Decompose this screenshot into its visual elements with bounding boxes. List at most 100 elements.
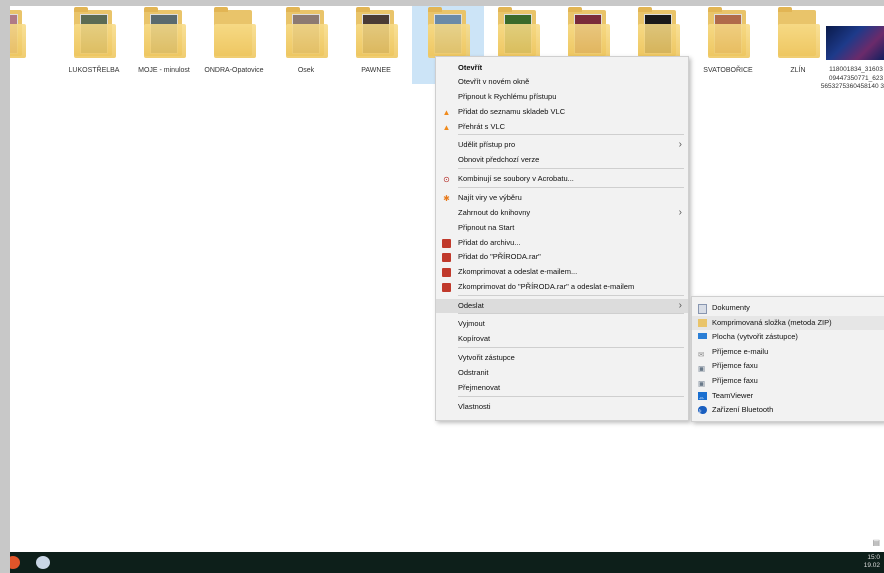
mail-icon: ✉ [698,349,705,359]
menu-item-label: Přidat do "PŘÍRODA.rar" [458,252,541,261]
chevron-right-icon: › [678,139,682,150]
context-menu-item[interactable]: Vytvořit zástupce [436,351,688,365]
start-app-icon[interactable] [10,556,20,569]
folder-icon [566,7,610,60]
folder-name: Á [10,66,40,75]
context-menu-item[interactable]: ⊙ Kombinují se soubory v Acrobatu... [436,172,688,186]
taskbar: 15:0 19.02 [10,552,884,573]
taskbar-clock[interactable]: 15:0 19.02 [864,554,880,570]
send-to-item-label: Dokumenty [712,303,750,312]
show-desktop-icon[interactable]: ▤ [872,538,880,547]
image-file-name[interactable]: 118001834_31603 09447350771_623 56532753… [820,66,884,92]
menu-separator [458,347,684,348]
folder-icon [636,7,680,60]
menu-item-label: Otevřít v novém okně [458,77,530,86]
menu-separator [458,313,684,314]
menu-item-label: Zahrnout do knihovny [458,208,531,217]
folder-icon [496,7,540,60]
menu-item-label: Připnout k Rychlému přístupu [458,92,557,101]
context-menu-item[interactable]: Přejmenovat [436,381,688,395]
folder-item[interactable]: MOJE - minulost [128,6,200,84]
menu-separator [458,295,684,296]
folder-item[interactable]: ONDRA-Opatovice [198,6,270,84]
folder-item[interactable]: LUKOSTŘELBA [58,6,130,84]
send-to-item[interactable]: ✉ Příjemce e-mailu [692,345,884,359]
send-to-item[interactable]: ▣ Příjemce faxu [692,359,884,373]
send-to-item[interactable]: ▣ Příjemce faxu [692,374,884,388]
context-menu-item[interactable]: ▲ Přidat do seznamu skladeb VLC [436,105,688,119]
winrar-icon [442,239,451,248]
menu-item-label: Odeslat [458,301,484,310]
winrar-icon [442,253,451,262]
menu-item-label: Kopírovat [458,334,491,343]
send-to-item-label: Zařízení Bluetooth [712,405,774,415]
context-menu-item[interactable]: Vlastnosti [436,400,688,414]
send-to-item-label: Plocha (vytvořit zástupce) [712,332,798,342]
context-menu-item[interactable]: Zkomprimovat a odeslat e-mailem... [436,265,688,279]
menu-separator [458,168,684,169]
folder-item[interactable]: Á [10,6,40,84]
menu-item-label: Přidat do archivu... [458,238,521,247]
context-menu-item[interactable]: Udělit přístup pro › [436,138,688,152]
teamviewer-icon: ⇔ [698,391,707,402]
folder-name: ONDRA-Opatovice [204,67,264,74]
context-menu-item[interactable]: Zahrnout do knihovny › [436,206,688,220]
send-to-item-label: TeamViewer [712,390,754,400]
clock-date: 19.02 [863,562,880,569]
context-menu-item[interactable]: Připnout k Rychlému přístupu [436,90,688,104]
chevron-right-icon: › [678,207,682,218]
folder-icon [426,7,470,60]
folder-item[interactable]: Osek [270,6,342,84]
menu-item-label: Přehrát s VLC [458,122,506,131]
menu-item-label: Najít viry ve výběru [458,193,522,202]
send-to-item[interactable]: Plocha (vytvořit zástupce) [692,330,884,344]
context-menu: Otevřít Otevřít v novém okně Připnout k Ry… [435,56,689,421]
folder-icon [354,7,398,60]
context-menu-item[interactable]: Přidat do archivu... [436,236,688,250]
vlc-icon: ▲ [442,108,451,117]
context-menu-item[interactable]: Obnovit předchozí verze [436,153,688,167]
send-to-item[interactable]: ᛒ Zařízení Bluetooth [692,403,884,417]
menu-item-label: Zkomprimovat do "PŘÍRODA.rar" a odeslat … [458,282,635,291]
folder-icon [284,7,328,60]
context-menu-item[interactable]: ▲ Přehrát s VLC [436,120,688,134]
folder-icon [212,7,256,60]
send-to-item[interactable]: ⇔ TeamViewer [692,389,884,403]
zip-folder-icon [698,318,707,327]
folder-name: MOJE - minulost [138,67,190,74]
folder-item[interactable]: SVATOBOŘICE [692,6,764,84]
context-menu-item[interactable]: Přidat do "PŘÍRODA.rar" [436,250,688,264]
folder-name: LUKOSTŘELBA [68,67,120,74]
folder-item[interactable]: PAWNEE [340,6,412,84]
menu-item-label: Přidat do seznamu skladeb VLC [458,107,566,116]
context-menu-item[interactable]: Odstranit [436,366,688,380]
menu-item-label: Otevřít [458,63,483,72]
bluetooth-icon: ᛒ [698,406,707,417]
context-menu-item[interactable]: Připnout na Start [436,221,688,235]
fax-icon: ▣ [698,379,706,388]
context-menu-item[interactable]: Otevřít v novém okně [436,75,688,89]
fax-icon: ▣ [698,364,706,374]
image-file-thumbnail[interactable] [826,26,884,60]
vlc-icon: ▲ [442,123,451,132]
context-menu-item[interactable]: ✱ Najít viry ve výběru [436,191,688,205]
context-menu-item[interactable]: Odeslat › [436,299,688,313]
send-to-item[interactable]: Dokumenty [692,301,884,315]
menu-item-label: Vyjmout [458,319,485,328]
menu-separator [458,396,684,397]
context-menu-item[interactable]: Otevřít [436,61,688,75]
context-menu-item[interactable]: Zkomprimovat do "PŘÍRODA.rar" a odeslat … [436,280,688,294]
context-menu-item[interactable]: Vyjmout [436,317,688,331]
menu-item-label: Odstranit [458,368,489,377]
taskbar-app-icon[interactable] [36,556,50,569]
context-menu-item[interactable]: Kopírovat [436,332,688,346]
antivirus-icon: ✱ [443,194,450,203]
menu-item-label: Kombinují se soubory v Acrobatu... [458,174,574,183]
send-to-submenu: Dokumenty Komprimovaná složka (metoda ZIP… [691,296,884,422]
folder-name: PAWNEE [361,67,391,74]
chevron-right-icon: › [678,300,682,311]
menu-item-label: Vlastnosti [458,402,491,411]
folder-icon [72,7,116,60]
menu-item-label: Připnout na Start [458,223,515,232]
send-to-item[interactable]: Komprimovaná složka (metoda ZIP) [692,315,884,330]
